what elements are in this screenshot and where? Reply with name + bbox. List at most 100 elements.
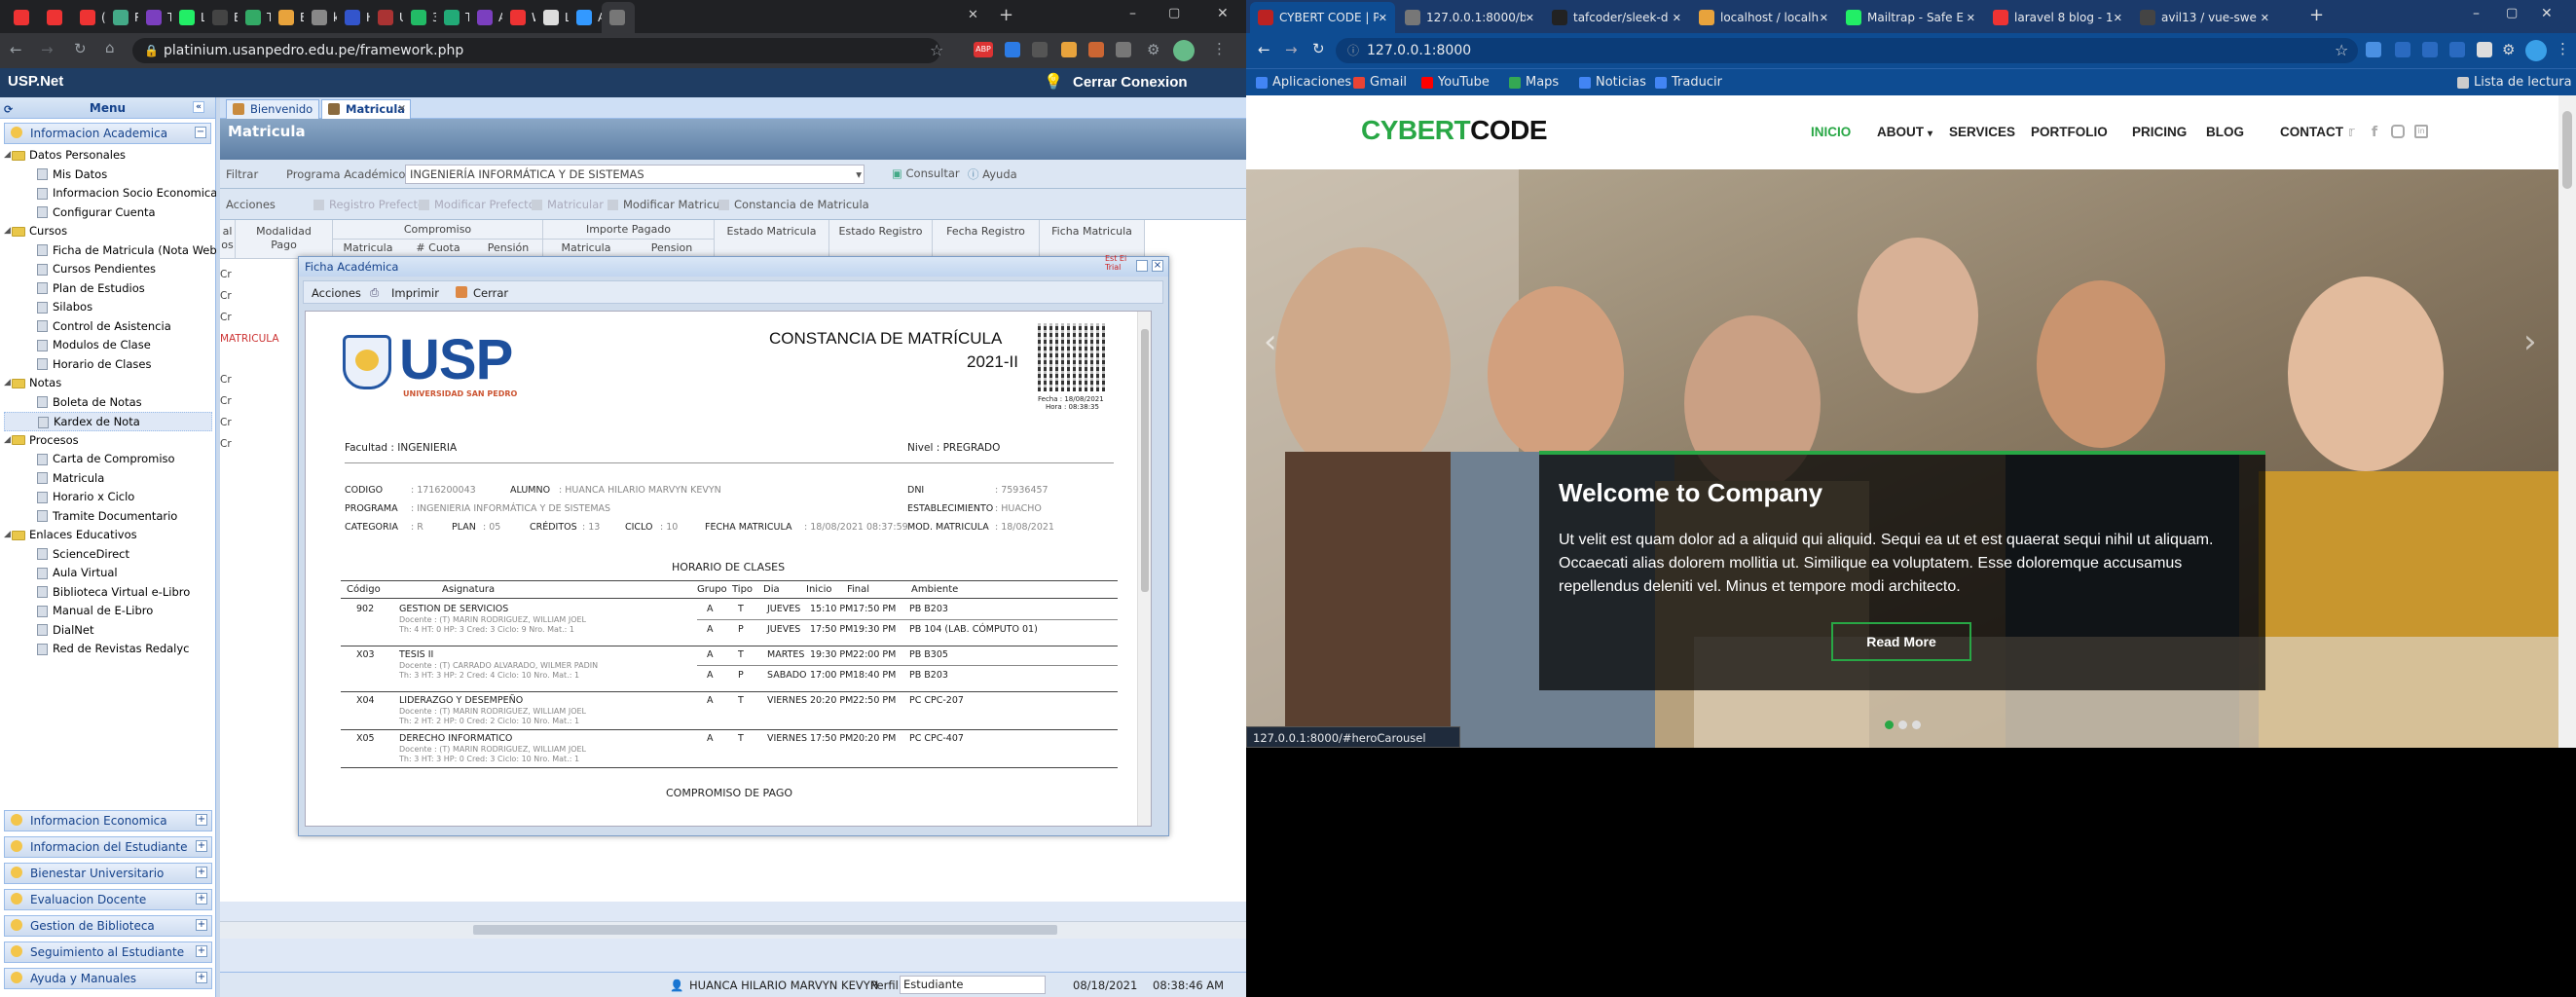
grid-cell[interactable]: Cr	[220, 438, 232, 450]
expand-toggle-icon[interactable]: ◢	[4, 431, 11, 451]
browser-tab[interactable]: 3 §	[403, 2, 436, 33]
extensions-puzzle-icon[interactable]: ⚙	[2502, 41, 2515, 58]
tree-item[interactable]: Informacion Socio Economica	[4, 184, 217, 203]
avatar[interactable]	[2525, 40, 2547, 61]
extension-icon[interactable]	[1088, 42, 1104, 57]
left-address-bar[interactable]: 🔒 platinium.usanpedro.edu.pe/framework.p…	[132, 38, 940, 63]
tree-item[interactable]: Configurar Cuenta	[4, 203, 212, 223]
plus-icon[interactable]: +	[196, 840, 207, 852]
doc-scrollbar[interactable]	[1137, 312, 1151, 826]
tree-item[interactable]: DialNet	[4, 621, 212, 641]
browser-tab[interactable]: Wi	[502, 2, 535, 33]
kebab-menu-icon[interactable]: ⋮	[1212, 40, 1227, 57]
dialog-titlebar[interactable]: Ficha Académica Est Ei Trial ×	[299, 254, 1168, 277]
browser-tab[interactable]: laravel 8 blog - 1 ✕	[1985, 2, 2130, 33]
extension-icon[interactable]	[1005, 42, 1020, 57]
tab-bienvenido[interactable]: Bienvenido	[226, 99, 319, 119]
kebab-menu-icon[interactable]: ⋮	[2556, 40, 2570, 57]
extension-icon[interactable]	[2395, 42, 2410, 57]
col-modalidad[interactable]: Modalidad Pago	[236, 220, 333, 259]
tree-folder[interactable]: ◢ Datos Personales	[4, 146, 212, 166]
forward-icon[interactable]: →	[41, 41, 54, 58]
imprimir-button[interactable]: Imprimir	[391, 286, 439, 300]
page-scrollbar-thumb[interactable]	[2562, 111, 2572, 189]
tree-folder[interactable]: ◢ Procesos	[4, 431, 212, 451]
read-more-button[interactable]: Read More	[1831, 622, 1971, 661]
tree-item[interactable]: Cursos Pendientes	[4, 260, 212, 279]
site-logo[interactable]: CYBERTCODE	[1361, 115, 1548, 146]
maximize-icon[interactable]: ▢	[2506, 6, 2518, 20]
browser-tab[interactable]: Ab	[469, 2, 502, 33]
minus-icon[interactable]: −	[195, 127, 206, 138]
tree-item[interactable]: ScienceDirect	[4, 545, 212, 565]
refresh-icon[interactable]: ⟳	[4, 99, 13, 121]
grid-cell[interactable]: Cr	[220, 395, 232, 407]
extension-icon[interactable]	[2477, 42, 2492, 57]
tree-item[interactable]: Kardex de Nota	[4, 412, 212, 431]
browser-tab[interactable]: CYBERT CODE | P ✕	[1250, 2, 1395, 33]
perfil-select[interactable]: Estudiante	[900, 976, 1046, 994]
accordion-item[interactable]: Evaluacion Docente +	[4, 889, 212, 910]
tree-item[interactable]: Tramite Documentario	[4, 507, 212, 527]
expand-toggle-icon[interactable]: ◢	[4, 526, 11, 545]
tree-item[interactable]: Control de Asistencia	[4, 317, 212, 337]
tree-folder[interactable]: ◢ Enlaces Educativos	[4, 526, 212, 545]
logout-link[interactable]: Cerrar Conexion	[1073, 74, 1188, 91]
tree-item[interactable]: Carta de Compromiso	[4, 450, 212, 469]
close-tab-icon[interactable]: ✕	[1820, 12, 1828, 24]
nav-item[interactable]: ABOUT ▾	[1877, 125, 1932, 139]
tree-item[interactable]: Silabos	[4, 298, 212, 317]
col-al[interactable]: al os	[220, 220, 236, 259]
tab-matricula[interactable]: Matricula ×	[321, 99, 411, 119]
bookmark-item[interactable]: Noticias	[1579, 75, 1646, 90]
tree-item[interactable]: Plan de Estudios	[4, 279, 212, 299]
instagram-icon[interactable]	[2391, 125, 2405, 138]
twitter-icon[interactable]: 𝕣	[2348, 125, 2355, 140]
accordion-item[interactable]: Seguimiento al Estudiante +	[4, 942, 212, 963]
col-ficha[interactable]: Ficha Matricula	[1040, 220, 1145, 259]
browser-tab[interactable]: avil13 / vue-swe ✕	[2132, 2, 2277, 33]
bookmark-item[interactable]: YouTube	[1421, 75, 1490, 90]
browser-tab[interactable]: Mailtrap - Safe E ✕	[1838, 2, 1983, 33]
extension-icon[interactable]	[1061, 42, 1077, 57]
browser-tab[interactable]	[6, 2, 39, 33]
back-icon[interactable]: ←	[10, 41, 22, 58]
close-tab-icon[interactable]: ✕	[1526, 12, 1534, 24]
bookmark-item[interactable]: Traducir	[1655, 75, 1722, 90]
browser-tab[interactable]: Ac	[569, 2, 602, 33]
browser-tab[interactable]: La	[535, 2, 569, 33]
tree-item[interactable]: Modulos de Clase	[4, 336, 212, 355]
close-icon[interactable]: ×	[1152, 260, 1163, 272]
close-tab-icon[interactable]: ✕	[1673, 12, 1681, 24]
carousel-prev[interactable]: ‹	[1246, 301, 1305, 379]
browser-tab[interactable]: tafcoder/sleek-d ✕	[1544, 2, 1689, 33]
adblock-icon[interactable]: ABP	[974, 42, 993, 57]
tree-item[interactable]: Matricula	[4, 469, 212, 489]
grid-cell[interactable]: MATRICULA	[220, 333, 279, 345]
acciones-menu[interactable]: Acciones	[312, 286, 361, 300]
scrollbar-thumb[interactable]	[473, 925, 1057, 935]
carousel-dot[interactable]	[1898, 720, 1907, 729]
accordion-informacion-academica[interactable]: Informacion Academica −	[4, 123, 211, 144]
browser-tab[interactable]: Tra	[436, 2, 469, 33]
action-button[interactable]: Constancia de Matricula	[718, 198, 869, 211]
col-estado-matricula[interactable]: Estado Matricula	[715, 220, 829, 259]
plus-icon[interactable]: +	[196, 945, 207, 957]
bookmark-star-icon[interactable]: ☆	[930, 41, 943, 59]
close-tab-icon[interactable]: ✕	[1379, 12, 1387, 24]
plus-icon[interactable]: +	[196, 867, 207, 878]
accordion-item[interactable]: Gestion de Biblioteca +	[4, 915, 212, 937]
nav-item[interactable]: PORTFOLIO	[2031, 125, 2108, 139]
page-scrollbar[interactable]	[2558, 95, 2576, 748]
action-button[interactable]: Acciones	[226, 198, 276, 211]
ayuda-button[interactable]: ⓘ Ayuda	[968, 166, 1017, 182]
close-icon[interactable]: ×	[398, 100, 406, 118]
plus-icon[interactable]: +	[196, 919, 207, 931]
tree-folder[interactable]: ◢ Cursos	[4, 222, 212, 241]
carousel-dot[interactable]	[1912, 720, 1921, 729]
new-tab-icon[interactable]: +	[2309, 5, 2324, 25]
action-button[interactable]: Matricular	[532, 198, 604, 211]
nav-item[interactable]: BLOG	[2206, 125, 2244, 139]
bookmark-item[interactable]: Aplicaciones	[1256, 75, 1351, 90]
bookmark-item[interactable]: Maps	[1509, 75, 1559, 90]
